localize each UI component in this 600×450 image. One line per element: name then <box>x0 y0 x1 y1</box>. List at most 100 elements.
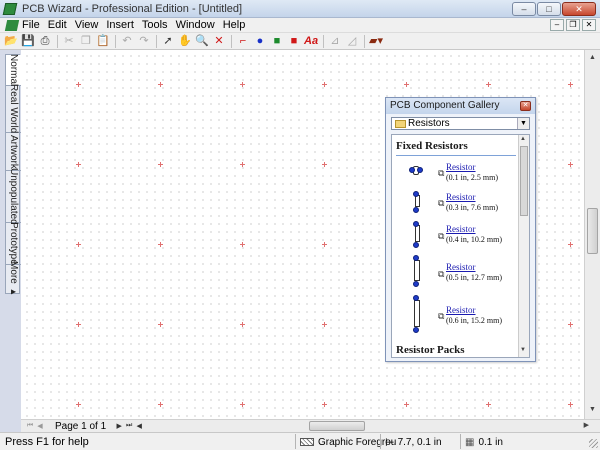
window-controls: – □ ✕ <box>512 2 596 16</box>
gallery-scrollbar[interactable]: ▲ ▼ <box>518 135 529 357</box>
status-layer: Graphic Foregrou <box>295 434 396 449</box>
grid-origin-mark <box>76 82 81 87</box>
open-icon[interactable]: 📂 <box>4 35 18 48</box>
delete-icon[interactable]: ✕ <box>212 35 226 48</box>
menu-insert[interactable]: Insert <box>106 19 134 31</box>
status-grid-label: 0.1 in <box>478 436 503 448</box>
close-button[interactable]: ✕ <box>562 2 596 16</box>
cut-icon[interactable]: ✂ <box>62 35 76 48</box>
section-divider <box>396 155 516 156</box>
menu-edit[interactable]: Edit <box>48 19 67 31</box>
doc-close-button[interactable]: ✕ <box>582 19 596 31</box>
minimize-button[interactable]: – <box>512 2 536 16</box>
status-help-text: Press F1 for help <box>5 436 89 448</box>
hand-icon[interactable]: ✋ <box>178 35 192 48</box>
page-navigation-bar: ⏮ ◀ Page 1 of 1 ▶ ⏭ ◀ ▶ <box>21 419 600 432</box>
menu-view[interactable]: View <box>75 19 99 31</box>
chevron-down-icon[interactable]: ▼ <box>517 118 529 129</box>
cursor-icon: ⊢ <box>385 436 395 449</box>
section-heading: Resistor Packs <box>396 344 465 356</box>
resize-grip-icon[interactable] <box>589 439 598 448</box>
window-title: PCB Wizard - Professional Edition - [Unt… <box>22 2 243 15</box>
copy-icon[interactable]: ❐ <box>79 35 93 48</box>
component-link[interactable]: Resistor <box>446 192 476 202</box>
grid-origin-mark <box>568 402 573 407</box>
grid-origin-mark <box>568 322 573 327</box>
doc-minimize-button[interactable]: – <box>550 19 564 31</box>
tab-normal[interactable]: Normal <box>6 54 21 86</box>
document-icon[interactable] <box>4 19 20 31</box>
redo-icon[interactable]: ↷ <box>137 35 151 48</box>
gallery-scroll-thumb[interactable] <box>520 146 528 216</box>
paste-icon[interactable]: 📋 <box>96 35 110 48</box>
list-item[interactable]: ⧉ Resistor (0.3 in, 7.6 mm) <box>392 191 518 221</box>
component-link[interactable]: Resistor <box>446 224 476 234</box>
grid-origin-mark <box>322 242 327 247</box>
grid-origin-mark <box>404 82 409 87</box>
prev-page-icon[interactable]: ◀ <box>35 422 45 430</box>
maximize-button[interactable]: □ <box>537 2 561 16</box>
menu-window[interactable]: Window <box>176 19 215 31</box>
scroll-up-icon[interactable]: ▲ <box>587 52 598 63</box>
scroll-right-icon[interactable]: ▶ <box>584 421 589 429</box>
menu-help[interactable]: Help <box>223 19 246 31</box>
gallery-category-select[interactable]: Resistors ▼ <box>391 117 530 130</box>
save-icon[interactable]: 💾 <box>21 35 35 48</box>
zoom-icon[interactable]: 🔍 <box>195 35 209 48</box>
horizontal-scroll-thumb[interactable] <box>309 421 365 431</box>
list-item[interactable]: ⧉ Resistor (0.4 in, 10.2 mm) <box>392 221 518 253</box>
gallery-close-button[interactable]: ✕ <box>520 101 531 111</box>
component-icon[interactable]: ■ <box>287 35 301 48</box>
list-item[interactable]: ⧉ Resistor (0.5 in, 12.7 mm) <box>392 255 518 291</box>
menu-tools[interactable]: Tools <box>142 19 168 31</box>
tab-unpopulated[interactable]: Unpopulated <box>6 168 21 225</box>
component-size: (0.5 in, 12.7 mm) <box>446 273 502 282</box>
horizontal-scrollbar[interactable]: ▶ <box>119 421 589 432</box>
vertical-scroll-thumb[interactable] <box>587 208 598 254</box>
list-item[interactable]: ⧉ Resistor (0.6 in, 15.2 mm) <box>392 295 518 337</box>
tab-real-world[interactable]: Real World <box>6 84 21 134</box>
component-link[interactable]: Resistor <box>446 262 476 272</box>
component-link[interactable]: Resistor <box>446 305 476 315</box>
resistor-footprint-icon <box>413 221 421 251</box>
track-icon[interactable]: ⌐ <box>236 35 250 48</box>
resistor-symbol-icon: ⧉ <box>438 269 445 279</box>
grid-origin-mark <box>322 162 327 167</box>
menu-file[interactable]: File <box>22 19 40 31</box>
tab-prototype[interactable]: Prototype <box>6 222 21 265</box>
grid-origin-mark <box>486 82 491 87</box>
pad-icon[interactable]: ● <box>253 35 267 48</box>
vertical-scrollbar[interactable]: ▲ ▼ <box>584 50 600 419</box>
scroll-down-icon[interactable]: ▼ <box>520 347 526 353</box>
page-indicator: Page 1 of 1 <box>55 420 107 432</box>
status-grid: ▦ 0.1 in <box>460 434 503 449</box>
list-item[interactable]: ⧉ Resistor (0.1 in, 2.5 mm) <box>392 162 518 188</box>
grid-origin-mark <box>158 242 163 247</box>
component-size: (0.4 in, 10.2 mm) <box>446 235 502 244</box>
toolbar: 📂 💾 ⎙ ✂ ❐ 📋 ↶ ↷ ➚ ✋ 🔍 ✕ ⌐ ● ■ ■ Aa ⊿ ◿ ▰… <box>0 33 600 50</box>
square-pad-icon[interactable]: ■ <box>270 35 284 48</box>
doc-restore-button[interactable]: ❐ <box>566 19 580 31</box>
select-icon[interactable]: ➚ <box>161 35 175 48</box>
scroll-down-icon[interactable]: ▼ <box>587 404 598 415</box>
undo-icon[interactable]: ↶ <box>120 35 134 48</box>
dimension-icon[interactable]: ◿ <box>345 35 359 48</box>
component-gallery-panel: PCB Component Gallery ✕ Resistors ▼ Fixe… <box>385 97 536 362</box>
grid-origin-mark <box>404 402 409 407</box>
scroll-up-icon[interactable]: ▲ <box>520 136 526 142</box>
component-link[interactable]: Resistor <box>446 162 476 172</box>
grid-origin-mark <box>158 322 163 327</box>
folder-icon <box>395 120 406 128</box>
toolbox-icon[interactable]: ▰▾ <box>369 35 383 48</box>
ruler-icon[interactable]: ⊿ <box>328 35 342 48</box>
gallery-title[interactable]: PCB Component Gallery <box>386 98 535 114</box>
grid-origin-mark <box>240 402 245 407</box>
section-heading: Fixed Resistors <box>396 140 468 152</box>
grid-origin-mark <box>486 402 491 407</box>
tab-artwork[interactable]: Artwork <box>6 133 21 171</box>
print-icon[interactable]: ⎙ <box>38 35 52 48</box>
text-icon[interactable]: Aa <box>304 35 318 48</box>
first-page-icon[interactable]: ⏮ <box>25 422 35 430</box>
tab-more[interactable]: More ▸ <box>6 261 21 298</box>
resistor-footprint-icon <box>412 255 422 291</box>
